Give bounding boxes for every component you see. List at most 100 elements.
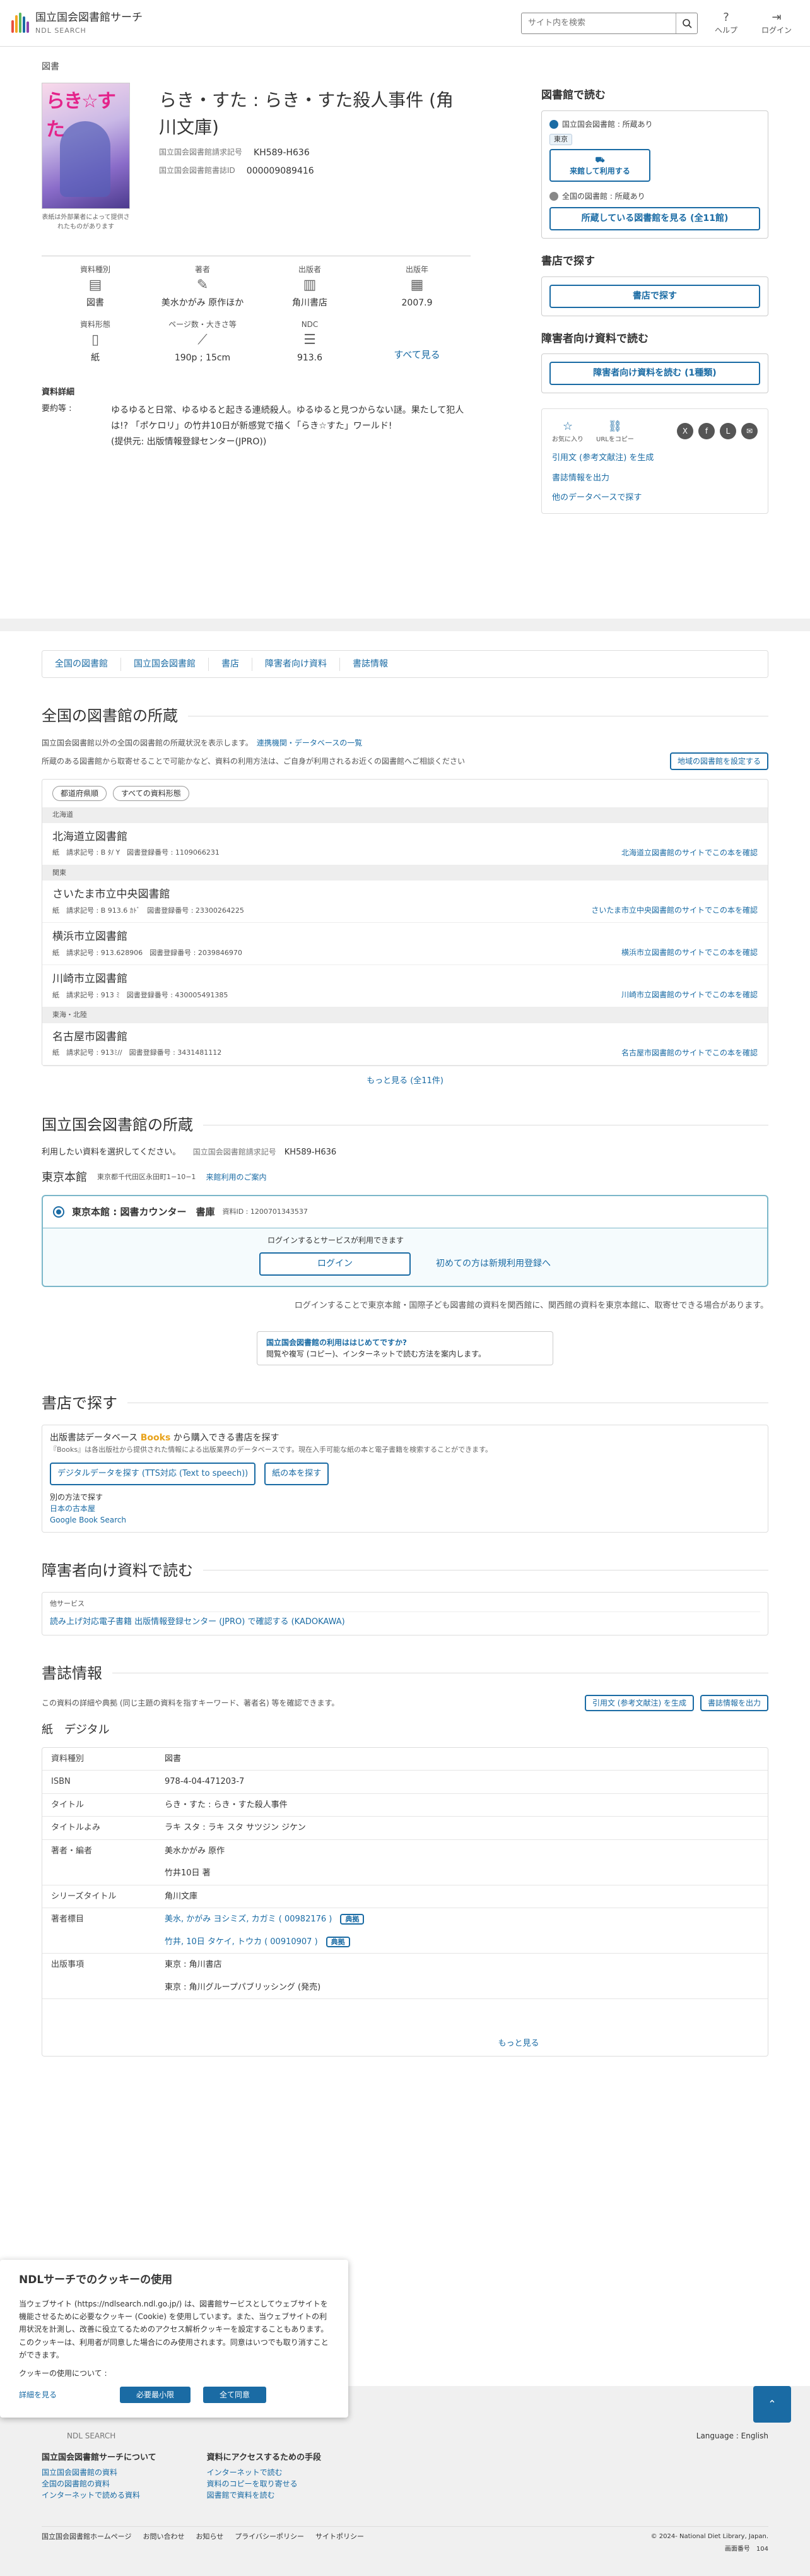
search-box [521, 12, 698, 34]
footer-link[interactable]: 資料のコピーを取り寄せる [207, 2478, 321, 2490]
more-libraries-link[interactable]: もっと見る (全11件) [0, 1075, 810, 1088]
shop-button[interactable]: 書店で探す [549, 284, 760, 308]
biblio-value[interactable]: 美水, かがみ ヨシミズ, カガミ ( 00982176 ) [165, 1914, 332, 1924]
footer-link[interactable]: 国立国会図書館の資料 [42, 2467, 156, 2478]
biblio-row: 竹井10日 著 [42, 1862, 768, 1885]
tab-biblio[interactable]: 書誌情報 [339, 657, 401, 671]
library-form: 紙 [52, 848, 59, 857]
other-db-link[interactable]: 他のデータベースで探す [552, 492, 758, 504]
footer-bottom-link[interactable]: お問い合わせ [143, 2532, 184, 2543]
footer-bottom-link[interactable]: プライバシーポリシー [235, 2532, 304, 2543]
search-input[interactable] [522, 13, 676, 33]
library-link[interactable]: さいたま市立中央図書館のサイトでこの本を確認 [591, 905, 758, 916]
all-libraries-button[interactable]: 所蔵している図書館を見る (全11館) [549, 207, 760, 230]
library-list: 都道府県順 すべての資料形態 北海道 北海道立図書館紙 請求記号 : B ﾀ/ Y… [42, 779, 768, 1066]
holding-option[interactable]: 東京本館 : 図書カウンター 書庫 資料ID : 1200701343537 [43, 1196, 767, 1228]
tab-ndl[interactable]: 国立国会図書館 [120, 657, 208, 671]
library-reg: 図書登録番号 : 2039846970 [150, 948, 242, 957]
back-to-top-button[interactable]: ⌃ [753, 2386, 791, 2423]
site-logo[interactable]: 国立国会図書館サーチ NDL SEARCH [11, 10, 143, 37]
authority-button[interactable]: 典拠 [340, 1914, 365, 1925]
guide-title: 国立国会図書館の利用ははじめてですか? [266, 1338, 407, 1347]
set-region-button[interactable]: 地域の図書館を設定する [669, 752, 768, 770]
facebook-icon[interactable]: f [698, 423, 715, 439]
libraries-note: 国立国会図書館以外の全国の図書館の所蔵状況を表示します。 [42, 739, 249, 747]
screen-no-label: 画面番号 [724, 2546, 750, 2553]
tab-shop[interactable]: 書店 [208, 657, 252, 671]
library-link[interactable]: 北海道立図書館のサイトでこの本を確認 [621, 847, 758, 858]
export-link[interactable]: 書誌情報を出力 [552, 472, 758, 485]
first-time-guide[interactable]: 国立国会図書館の利用ははじめてですか? 閲覧や複写 (コピー)、インターネットで読… [257, 1331, 553, 1365]
search-button[interactable] [676, 13, 697, 33]
mail-icon[interactable]: ✉ [741, 423, 758, 439]
biblio-value[interactable]: 竹井, 10日 タケイ, トウカ ( 00910907 ) [165, 1937, 318, 1947]
google-books-link[interactable]: Google Book Search [50, 1514, 760, 1526]
footer-bottom-link[interactable]: お知らせ [196, 2532, 223, 2543]
books-logo: Books [140, 1432, 171, 1443]
cookie-detail-link[interactable]: 詳細を見る [19, 2389, 57, 2401]
ndl-holding-box: 東京本館 : 図書カウンター 書庫 資料ID : 1200701343537 ログ… [42, 1194, 768, 1287]
digital-tab[interactable]: デジタル [64, 1723, 110, 1736]
accessible-button[interactable]: 障害者向け資料を読む (1種類) [549, 362, 760, 385]
footer-link[interactable]: インターネットで読む [207, 2467, 321, 2478]
footer-col1-heading: 国立国会図書館サーチについて [42, 2453, 156, 2462]
biblio-value[interactable]: らき・すた : らき・すた殺人事件 [165, 1799, 759, 1812]
paper-tab[interactable]: 紙 [42, 1723, 53, 1736]
kosho-link[interactable]: 日本の古本屋 [50, 1503, 760, 1514]
ndl-call-label: 国立国会図書館請求記号 [192, 1148, 276, 1156]
biblio-row: 資料種別 図書 [42, 1748, 768, 1771]
digital-search-button[interactable]: デジタルデータを探す (TTS対応 (Text to speech)) [50, 1463, 256, 1485]
line-icon[interactable]: L [720, 423, 736, 439]
login-link[interactable]: ⇥ ログイン [754, 11, 799, 36]
biblio-more-link[interactable]: もっと見る [227, 2038, 810, 2050]
cite-button[interactable]: 引用文 (参考文献注) を生成 [584, 1694, 694, 1711]
cookie-minimal-button[interactable]: 必要最小限 [120, 2387, 191, 2404]
library-row: 横浜市立図書館紙 請求記号 : 913.628906 図書登録番号 : 2039… [42, 923, 768, 965]
biblio-value[interactable]: 角川文庫 [165, 1890, 759, 1903]
favorite-button[interactable]: ☆ お気に入り [552, 418, 584, 444]
tab-libraries[interactable]: 全国の図書館 [55, 658, 120, 671]
library-link[interactable]: 横浜市立図書館のサイトでこの本を確認 [621, 947, 758, 958]
language-switch[interactable]: Language : English [696, 2430, 768, 2442]
export-button[interactable]: 書誌情報を出力 [700, 1694, 768, 1711]
library-link[interactable]: 名古屋市図書館のサイトでこの本を確認 [621, 1047, 758, 1059]
see-all-link[interactable]: すべて見る [363, 319, 471, 365]
shop-db-label: 出版書誌データベース [50, 1432, 138, 1443]
footer-link[interactable]: 全国の図書館の資料 [42, 2478, 156, 2490]
library-link[interactable]: 川崎市立図書館のサイトでこの本を確認 [621, 989, 758, 1000]
share-box: ☆ お気に入り ⛓ URLをコピー Xf L ✉ 引用文 (参考文献注) を生成 書誌情… [541, 408, 768, 514]
library-form: 紙 [52, 948, 59, 957]
paper-search-button[interactable]: 紙の本を探す [264, 1463, 329, 1485]
partner-link[interactable]: 連携機関・データベースの一覧 [257, 739, 362, 747]
help-link[interactable]: ? ヘルプ [704, 11, 748, 36]
cookie-accept-button[interactable]: 全て同意 [203, 2387, 267, 2404]
footer-bottom-link[interactable]: サイトポリシー [315, 2532, 364, 2543]
side-heading-shop: 書店で探す [541, 255, 595, 268]
authority-button[interactable]: 典拠 [326, 1936, 350, 1947]
register-link[interactable]: 初めての方は新規利用登録へ [436, 1252, 551, 1276]
tab-accessible[interactable]: 障害者向け資料 [252, 657, 339, 671]
facet-label: 著者 [194, 265, 210, 274]
branch-address: 東京都千代田区永田町1−10−1 [97, 1172, 196, 1181]
sort-select[interactable]: 都道府県順 [52, 786, 107, 801]
shop-desc: 『Books』は各出版社から提供された情報による出版業界のデータベースです。現在… [50, 1445, 493, 1454]
biblio-value[interactable]: 東京 : 角川グループパブリッシング (発売) [165, 1981, 759, 1994]
login-button[interactable]: ログイン [259, 1252, 411, 1276]
cookie-title: NDLサーチでのクッキーの使用 [19, 2274, 173, 2286]
facet-value: 図書 [86, 298, 104, 308]
footer-link[interactable]: インターネットで読める資料 [42, 2490, 156, 2501]
form-select[interactable]: すべての資料形態 [113, 786, 189, 801]
visit-button[interactable]: ⛟ 来館して利用する [549, 149, 650, 182]
footer-link[interactable]: 図書館で資料を読む [207, 2490, 321, 2501]
footer-bottom-link[interactable]: 国立国会図書館ホームページ [42, 2532, 131, 2543]
jpro-link[interactable]: 読み上げ対応電子書籍 出版情報登録センター (JPRO) で確認する (KADO… [50, 1616, 760, 1629]
radio-selected[interactable] [53, 1206, 64, 1218]
cite-link[interactable]: 引用文 (参考文献注) を生成 [552, 452, 758, 465]
biblio-value[interactable]: 東京 : 角川書店 [165, 1959, 759, 1971]
library-row: 名古屋市図書館紙 請求記号 : 913ﾐ// 図書登録番号 : 34314811… [42, 1023, 768, 1065]
copy-url-button[interactable]: ⛓ URLをコピー [596, 418, 634, 444]
x-icon[interactable]: X [677, 423, 693, 439]
visit-guide-link[interactable]: 来館利用のご案内 [206, 1172, 266, 1183]
biblio-row: タイトルよみ ラキ スタ : ラキ スタ サツジン ジケン [42, 1817, 768, 1840]
library-form: 紙 [52, 1048, 59, 1057]
